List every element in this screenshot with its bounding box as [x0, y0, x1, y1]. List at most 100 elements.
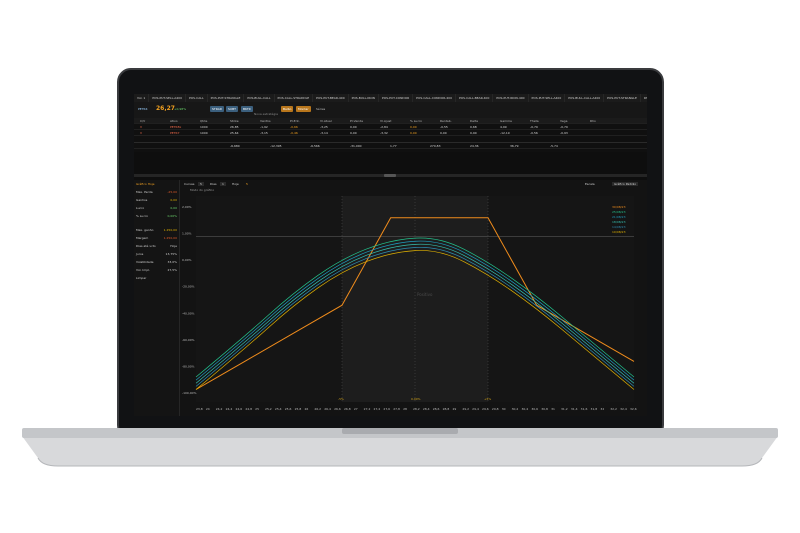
strad-button[interactable]: STRAD: [210, 106, 225, 112]
summary-value: 1.250,00: [163, 236, 177, 240]
change-label: +0,98%: [174, 107, 187, 111]
positions-table: C/V Ativo Qtde Strike Val.Pos Pr.Ent. Vl.Atual…: [134, 118, 647, 152]
x-tick-label: 26,8: [344, 407, 351, 411]
tab-4[interactable]: POS-BULL-CALL: [244, 94, 275, 102]
series-label[interactable]: Séries: [316, 107, 325, 111]
table-cell: 0,00: [410, 125, 417, 129]
summary-value: Hoje: [170, 244, 177, 248]
x-tick-label: 31,8: [591, 407, 598, 411]
tab-7[interactable]: POS-BULL-IRON: [349, 94, 379, 102]
table-cell: 0,68: [470, 125, 477, 129]
tab-11[interactable]: POS-PUT-IRON-400: [493, 94, 529, 102]
table-cell: C/V: [140, 119, 146, 123]
x-tick-label: 31,6: [581, 407, 588, 411]
band-label: +5%: [484, 397, 491, 401]
x-tick-label: 28: [403, 407, 407, 411]
tab-10[interactable]: POS-CALL-BEAR-400: [456, 94, 494, 102]
table-cell: 1000: [200, 125, 208, 129]
tab-12[interactable]: POS-PUT-SELL-A400: [529, 94, 566, 102]
x-tick-label: 24,4: [226, 407, 233, 411]
table-cell: -3,15: [260, 131, 268, 135]
y-tick-label: 0,00%: [182, 258, 192, 262]
table-cell: -12,395: [270, 144, 282, 148]
tab-0[interactable]: Vol. 1: [134, 94, 150, 102]
table-cell: -0,56: [530, 131, 538, 135]
balao-button[interactable]: Balão: [281, 106, 294, 112]
splitter-handle[interactable]: [134, 174, 647, 177]
summary-label: Dias até vcto: [136, 244, 156, 248]
summary-label: Juros: [136, 252, 144, 256]
table-cell: Vl.Ajust: [380, 119, 392, 123]
tab-3[interactable]: POS-PUT-STRANGLE: [208, 94, 245, 102]
x-tick-label: 25: [255, 407, 259, 411]
x-tick-label: 29,8: [492, 407, 499, 411]
escala-select[interactable]: Gráfico Padrão: [612, 182, 639, 186]
subt-button[interactable]: SUBT: [226, 106, 238, 112]
x-tick-label: 28,2: [413, 407, 420, 411]
tab-13[interactable]: POS-BULL-CALL-A400: [565, 94, 605, 102]
curvas-select[interactable]: 5: [198, 182, 204, 186]
table-cell: Val.Pos: [260, 119, 271, 123]
summary-value: -25,00: [167, 190, 177, 194]
x-tick-label: 31,2: [561, 407, 568, 411]
y-tick-label: -80,00%: [182, 364, 195, 368]
laptop-base: [22, 428, 778, 467]
tab-1[interactable]: POS-PUT-SELL-A400: [149, 94, 186, 102]
x-tick-label: 32,2: [610, 407, 617, 411]
x-tick-label: 27,2: [364, 407, 371, 411]
dias-select[interactable]: 1: [220, 182, 226, 186]
table-row[interactable]: V PETR7 1000 25,64 -3,15 -0,46 -3,14 0,00 -3,32 0…: [134, 130, 647, 136]
legend-entry: 18/08/23: [612, 220, 626, 224]
summary-label: Vol. Impl.: [136, 268, 150, 272]
tab-15[interactable]: PAIR-STRADDLE-400: [641, 94, 647, 102]
summary-label: % Lucro: [136, 214, 148, 218]
payoff-chart[interactable]: -5% 0,00% +5% 2,00% 1,00% 0,00% -20,00% -40,00%…: [180, 192, 647, 416]
summary-label: Volatilidade: [136, 260, 154, 264]
summary-value: 1.250,00: [163, 228, 177, 232]
tab-2[interactable]: POS-CALL: [186, 94, 208, 102]
table-cell: -0,93: [560, 131, 568, 135]
x-tick-label: 24: [206, 407, 210, 411]
watermark-text: Positivo: [417, 292, 433, 297]
summary-value: 0,00: [170, 206, 177, 210]
x-tick-label: 25,2: [265, 407, 272, 411]
tab-6[interactable]: POS-PUT-BEAR-400: [313, 94, 349, 102]
x-tick-label: 29: [452, 407, 456, 411]
legend-entry: 25/08/23: [612, 210, 626, 214]
x-tick-label: 30,8: [541, 407, 548, 411]
ticker-label[interactable]: PETR4: [138, 107, 148, 111]
x-tick-label: 30: [502, 407, 506, 411]
montar-button[interactable]: Montar: [296, 106, 311, 112]
x-tick-label: 25,4: [275, 407, 282, 411]
table-totals-row: -6,680 -12,395 -6,566 -31,000 1,77 270,83 24,3…: [134, 142, 647, 149]
table-cell: -2,84: [380, 125, 388, 129]
tab-14[interactable]: POS-PUT-STRANGLE: [604, 94, 641, 102]
summary-value: 33,0%: [167, 260, 177, 264]
bktr-button[interactable]: BKTR: [241, 106, 253, 112]
tab-8[interactable]: POS-PUT-CONDOR: [379, 94, 414, 102]
left-summary-panel: Gráfico Hoje Max. Perda -25,00 Ganhos 0,00 L…: [134, 180, 180, 416]
new-strategy-label[interactable]: Nova estratégia: [254, 112, 278, 116]
range-value[interactable]: 5: [246, 182, 248, 186]
legend-entry: 10/08/23: [612, 230, 626, 234]
x-tick-label: 26,6: [334, 407, 341, 411]
x-tick-label: 29,4: [472, 407, 479, 411]
x-tick-label: 25,8: [295, 407, 302, 411]
summary-label: Limpar: [136, 276, 147, 280]
x-tick-label: 31,4: [571, 407, 578, 411]
summary-label: Max. ganho: [136, 228, 154, 232]
price-label: 26,27: [156, 105, 175, 112]
y-tick-label: -60,00%: [182, 338, 195, 342]
x-tick-label: 30,6: [531, 407, 538, 411]
legend-entry: 21/08/23: [612, 215, 626, 219]
hoje-label[interactable]: Hoje: [232, 182, 239, 186]
x-tick-label: 29,2: [462, 407, 469, 411]
table-cell: Pr.Ent.: [290, 119, 300, 123]
table-cell: 24,36: [470, 144, 479, 148]
y-tick-label: -40,00%: [182, 311, 195, 315]
y-tick-label: -20,00%: [182, 285, 195, 289]
table-cell: -6,680: [230, 144, 240, 148]
tab-5[interactable]: POS-CALL-STRADDLE: [275, 94, 314, 102]
table-cell: Vega: [560, 119, 568, 123]
tab-9[interactable]: POS-CALL-CONDOR-400: [413, 94, 456, 102]
